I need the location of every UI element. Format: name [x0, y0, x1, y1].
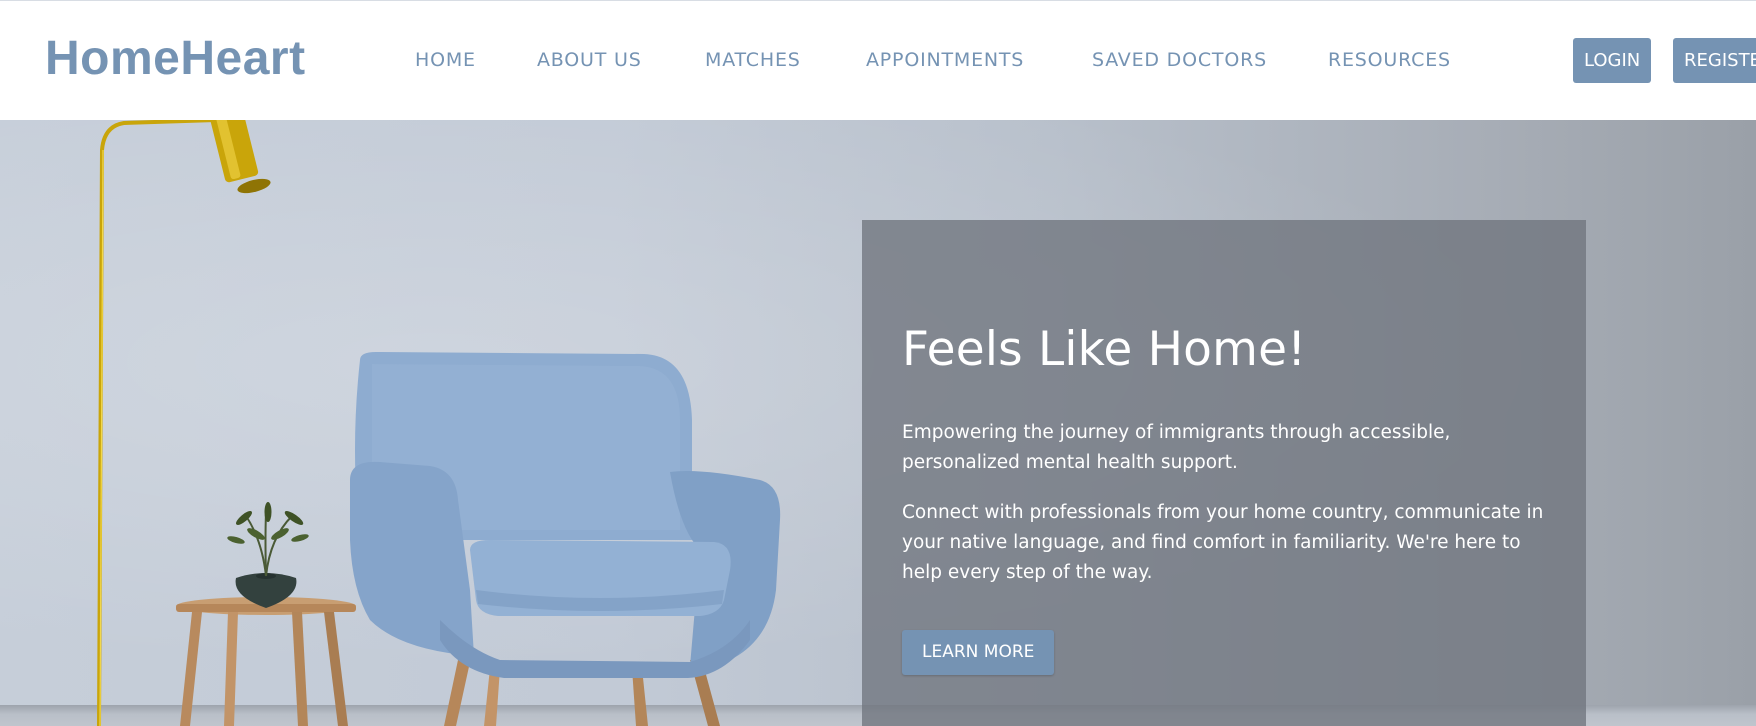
nav-link-about-us[interactable]: ABOUT US: [537, 49, 642, 71]
register-button[interactable]: REGISTER: [1673, 38, 1756, 83]
navbar: HomeHeart HOME ABOUT US MATCHES APPOINTM…: [0, 0, 1756, 120]
plant-vase-icon: [227, 502, 309, 608]
hero-section: Feels Like Home! Empowering the journey …: [0, 120, 1756, 726]
nav-link-appointments[interactable]: APPOINTMENTS: [866, 49, 1024, 71]
hero-content-panel: Feels Like Home! Empowering the journey …: [862, 220, 1586, 726]
side-table-icon: [176, 597, 356, 726]
hero-paragraph-2: Connect with professionals from your hom…: [902, 502, 1544, 583]
nav-link-resources[interactable]: RESOURCES: [1328, 49, 1451, 71]
nav-link-home[interactable]: HOME: [415, 49, 476, 71]
login-button[interactable]: LOGIN: [1573, 38, 1652, 83]
hero-paragraph-1: Empowering the journey of immigrants thr…: [902, 422, 1451, 473]
armchair-icon: [350, 352, 781, 726]
learn-more-button[interactable]: LEARN MORE: [902, 630, 1055, 675]
nav-link-matches[interactable]: MATCHES: [705, 49, 801, 71]
nav-link-saved-doctors[interactable]: SAVED DOCTORS: [1092, 49, 1267, 71]
floor-lamp-icon: [97, 120, 271, 726]
brand-logo[interactable]: HomeHeart: [45, 31, 306, 86]
hero-title: Feels Like Home!: [902, 322, 1307, 377]
